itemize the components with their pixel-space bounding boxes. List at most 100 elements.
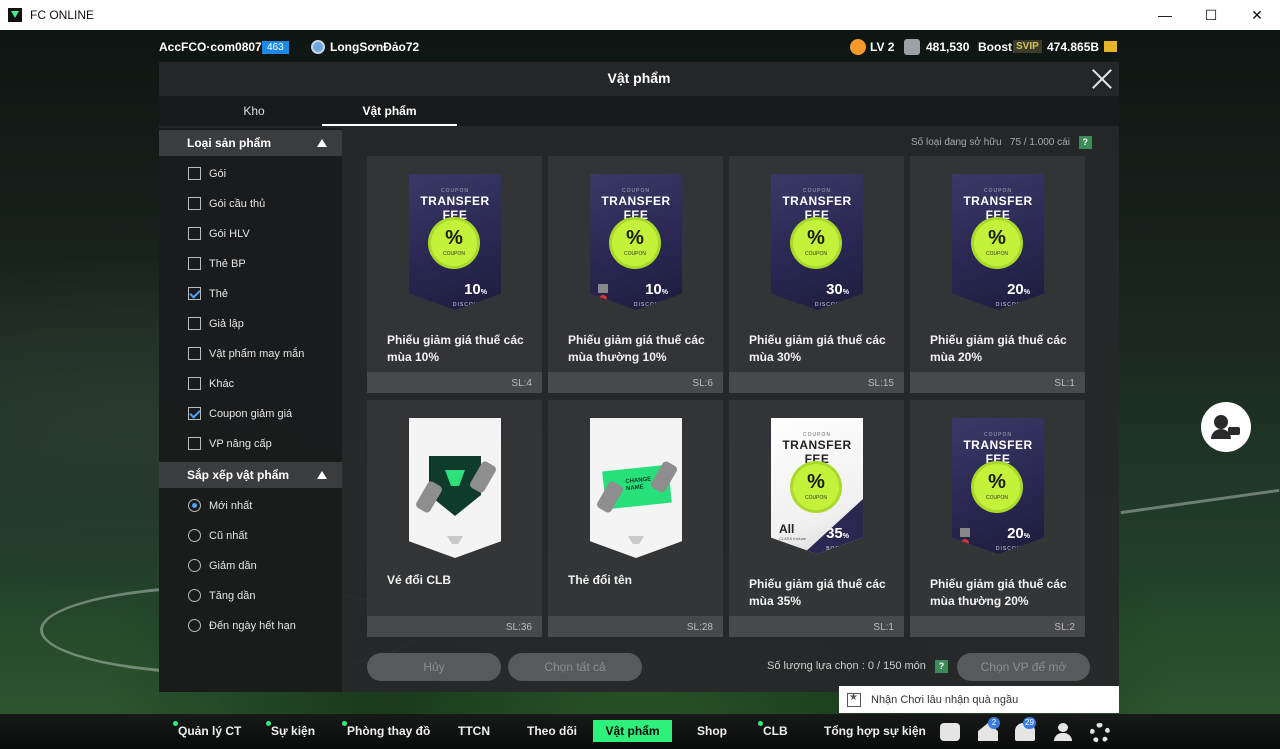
coupon-title: TRANSFER FEE bbox=[782, 438, 852, 466]
support-chat-button[interactable] bbox=[1201, 402, 1251, 452]
sort-giam-dan[interactable]: Giảm dần bbox=[188, 559, 257, 572]
seal-sub: COUPON bbox=[805, 251, 827, 257]
nav-tong-hop-su-kien[interactable]: Tổng hợp sự kiện bbox=[824, 724, 926, 738]
seal-sub: COUPON bbox=[443, 251, 465, 257]
tab-strip bbox=[159, 96, 1119, 126]
seal-symbol: % bbox=[807, 227, 825, 249]
bell-badge: 29 bbox=[1023, 717, 1036, 729]
filter-khac[interactable]: Khác bbox=[188, 377, 234, 390]
item-qty: SL:6 bbox=[692, 378, 713, 389]
seal-symbol: % bbox=[626, 227, 644, 249]
checkbox[interactable] bbox=[188, 437, 201, 450]
club-ticket-image bbox=[409, 418, 501, 558]
sort-label: Tăng dần bbox=[209, 589, 256, 602]
radio[interactable] bbox=[188, 559, 201, 572]
filter-vat-pham-may-man[interactable]: Vật phẩm may mắn bbox=[188, 347, 304, 360]
percent-seal-icon: % COUPON bbox=[974, 220, 1020, 266]
radio[interactable] bbox=[188, 529, 201, 542]
filter-gia-lap[interactable]: Giả lập bbox=[188, 317, 244, 330]
close-icon[interactable] bbox=[1091, 68, 1113, 90]
sort-tang-dan[interactable]: Tăng dần bbox=[188, 589, 255, 602]
filter-label: Gói HLV bbox=[209, 227, 250, 240]
filter-vp-nang-cap[interactable]: VP nâng cấp bbox=[188, 437, 272, 450]
filter-section-header[interactable]: Loại sản phẩm bbox=[159, 130, 342, 156]
coupon-image: COUPON TRANSFER FEE % COUPON 30% DISCOUNT bbox=[771, 174, 863, 310]
close-window-button[interactable]: ✕ bbox=[1234, 0, 1280, 30]
help-icon[interactable]: ? bbox=[934, 660, 948, 673]
gear-icon[interactable] bbox=[1090, 723, 1110, 743]
checkbox[interactable] bbox=[188, 317, 201, 330]
checkbox[interactable] bbox=[188, 167, 201, 180]
app-logo-icon bbox=[8, 8, 22, 22]
filter-the[interactable]: Thẻ bbox=[188, 287, 228, 300]
help-icon[interactable]: ? bbox=[1078, 136, 1092, 149]
cancel-button[interactable]: Hủy bbox=[367, 653, 501, 681]
collapse-up-icon[interactable] bbox=[317, 471, 327, 479]
radio-selected[interactable] bbox=[188, 499, 201, 512]
sort-label: Cũ nhất bbox=[209, 529, 248, 542]
item-card[interactable]: Vé đổi CLB SL:36 bbox=[367, 400, 542, 637]
item-card[interactable]: COUPON TRANSFER FEE % COUPON 10% DISCOUNT … bbox=[367, 156, 542, 393]
nav-shop[interactable]: Shop bbox=[697, 724, 727, 738]
seal-symbol: % bbox=[988, 227, 1006, 249]
item-card[interactable]: COUPON TRANSFER FEE % COUPON All CLASS Inc… bbox=[729, 400, 904, 637]
coupon-image: COUPON TRANSFER FEE % COUPON 10% DISCOUNT bbox=[409, 174, 501, 310]
profile-icon[interactable] bbox=[1053, 723, 1073, 741]
items-modal: Vật phẩm Kho Vật phẩm Loại sản phẩm Gói … bbox=[159, 62, 1119, 692]
minimize-button[interactable]: — bbox=[1142, 0, 1188, 30]
item-card[interactable]: COUPON TRANSFER FEE % COUPON 30% DISCOUNT … bbox=[729, 156, 904, 393]
filter-label: Vật phẩm may mắn bbox=[209, 347, 305, 360]
filter-goi-hlv[interactable]: Gói HLV bbox=[188, 227, 250, 240]
account-name: AccFCO·com0807g bbox=[159, 40, 270, 54]
filter-goi-cau-thu[interactable]: Gói cầu thủ bbox=[188, 197, 265, 210]
item-card[interactable]: CHANGE NAME Thẻ đổi tên SL:28 bbox=[548, 400, 723, 637]
home-badge: 2 bbox=[988, 717, 1000, 729]
filter-goi[interactable]: Gói bbox=[188, 167, 226, 180]
checkbox[interactable] bbox=[188, 347, 201, 360]
radio[interactable] bbox=[188, 619, 201, 632]
checkbox[interactable] bbox=[188, 197, 201, 210]
discount-label: DISCOUNT bbox=[633, 302, 668, 308]
radio[interactable] bbox=[188, 589, 201, 602]
boost-label: Boost bbox=[978, 40, 1012, 54]
checkbox[interactable] bbox=[188, 257, 201, 270]
modal-title: Vật phẩm bbox=[607, 70, 671, 86]
owned-value: 75 / 1.000 cái bbox=[1009, 137, 1070, 148]
sort-cu-nhat[interactable]: Cũ nhất bbox=[188, 529, 248, 542]
open-items-button[interactable]: Chọn VP để mở bbox=[957, 653, 1090, 681]
nav-phong-thay-do[interactable]: Phòng thay đồ bbox=[341, 721, 430, 738]
event-notification[interactable]: Nhận Chơi lâu nhận quà ngầu bbox=[839, 686, 1119, 713]
filter-the-bp[interactable]: Thẻ BP bbox=[188, 257, 246, 270]
coupon-image: COUPON TRANSFER FEE % COUPON All CLASS Inc… bbox=[771, 418, 863, 554]
sort-section-header[interactable]: Sắp xếp vật phẩm bbox=[159, 462, 342, 488]
sort-moi-nhat[interactable]: Mới nhất bbox=[188, 499, 252, 512]
item-name: Phiếu giảm giá thuế các mùa thường 20% bbox=[930, 577, 1067, 608]
item-qty: SL:1 bbox=[1054, 378, 1075, 389]
select-all-button[interactable]: Chọn tất cả bbox=[508, 653, 642, 681]
maximize-button[interactable]: ☐ bbox=[1188, 0, 1234, 30]
item-card[interactable]: COUPON TRANSFER FEE % COUPON 10% DISCOUNT … bbox=[548, 156, 723, 393]
discount-label: DISCOUNT bbox=[995, 302, 1030, 308]
tab-vat-pham[interactable]: Vật phẩm bbox=[322, 104, 457, 118]
nav-clb[interactable]: CLB bbox=[758, 721, 788, 738]
nav-vat-pham[interactable]: Vật phẩm bbox=[593, 720, 672, 742]
nav-quan-ly-ct[interactable]: Quản lý CT bbox=[172, 721, 241, 738]
item-card[interactable]: COUPON TRANSFER FEE % COUPON 20% DISCOUNT … bbox=[910, 156, 1085, 393]
nav-su-kien[interactable]: Sự kiện bbox=[265, 721, 315, 738]
nav-ttcn[interactable]: TTCN bbox=[458, 724, 490, 738]
filter-coupon-giam-gia[interactable]: Coupon giảm giá bbox=[188, 407, 292, 420]
checkbox-checked[interactable] bbox=[188, 287, 201, 300]
item-card[interactable]: COUPON TRANSFER FEE % COUPON 20% DISCOUNT … bbox=[910, 400, 1085, 637]
collapse-up-icon[interactable] bbox=[317, 139, 327, 147]
chat-icon[interactable] bbox=[940, 723, 960, 741]
nav-theo-doi[interactable]: Theo dõi bbox=[527, 724, 577, 738]
checkbox[interactable] bbox=[188, 377, 201, 390]
seal-sub: COUPON bbox=[986, 251, 1008, 257]
sort-label: Đến ngày hết hạn bbox=[209, 619, 296, 632]
checkbox-checked[interactable] bbox=[188, 407, 201, 420]
coupon-image: COUPON TRANSFER FEE % COUPON 20% DISCOUNT bbox=[952, 418, 1044, 554]
sort-den-ngay-het-han[interactable]: Đến ngày hết hạn bbox=[188, 619, 296, 632]
tab-kho[interactable]: Kho bbox=[219, 104, 289, 118]
item-name: Thẻ đổi tên bbox=[568, 573, 632, 587]
checkbox[interactable] bbox=[188, 227, 201, 240]
